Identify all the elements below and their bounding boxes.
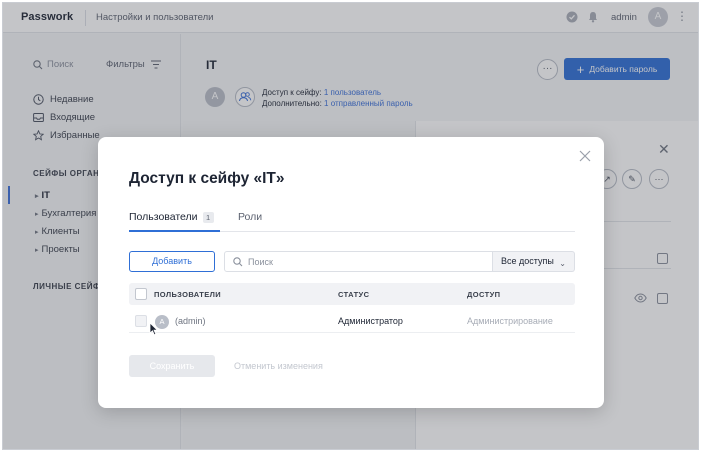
column-header-users[interactable]: ПОЛЬЗОВАТЕЛИ (154, 290, 221, 299)
table-header: ПОЛЬЗОВАТЕЛИ СТАТУС ДОСТУП (129, 283, 575, 305)
add-user-button[interactable]: Добавить (129, 251, 215, 272)
save-button[interactable]: Сохранить (129, 355, 215, 377)
user-status: Администратор (338, 316, 403, 326)
row-checkbox[interactable] (135, 315, 147, 327)
chevron-down-icon: ⌄ (559, 259, 566, 268)
column-header-status[interactable]: СТАТУС (338, 290, 369, 299)
vault-access-modal: Доступ к сейфу «IT» Пользователи 1 Роли … (98, 137, 604, 408)
user-search-input[interactable] (248, 255, 478, 268)
tab-label: Пользователи (129, 211, 198, 223)
active-tab-indicator (129, 230, 220, 232)
column-header-access[interactable]: ДОСТУП (467, 290, 500, 299)
user-search[interactable] (224, 251, 493, 272)
access-filter-value: Все доступы (501, 256, 554, 266)
tab-roles[interactable]: Роли (238, 211, 262, 223)
cancel-changes-link[interactable]: Отменить изменения (234, 361, 323, 371)
tab-count-badge: 1 (202, 211, 214, 223)
close-icon[interactable] (579, 150, 591, 162)
mouse-cursor-icon (149, 322, 159, 336)
tab-users[interactable]: Пользователи 1 (129, 211, 214, 223)
access-filter-select[interactable]: Все доступы ⌄ (493, 251, 575, 272)
app-window: Passwork Настройки и пользователи admin … (2, 2, 699, 450)
table-row[interactable]: A (admin) Администратор Администрировани… (129, 310, 575, 333)
search-icon (233, 257, 243, 267)
user-access[interactable]: Администрирование (467, 316, 553, 326)
user-name: (admin) (175, 316, 206, 326)
modal-title: Доступ к сейфу «IT» (129, 170, 285, 187)
select-all-checkbox[interactable] (135, 288, 147, 300)
